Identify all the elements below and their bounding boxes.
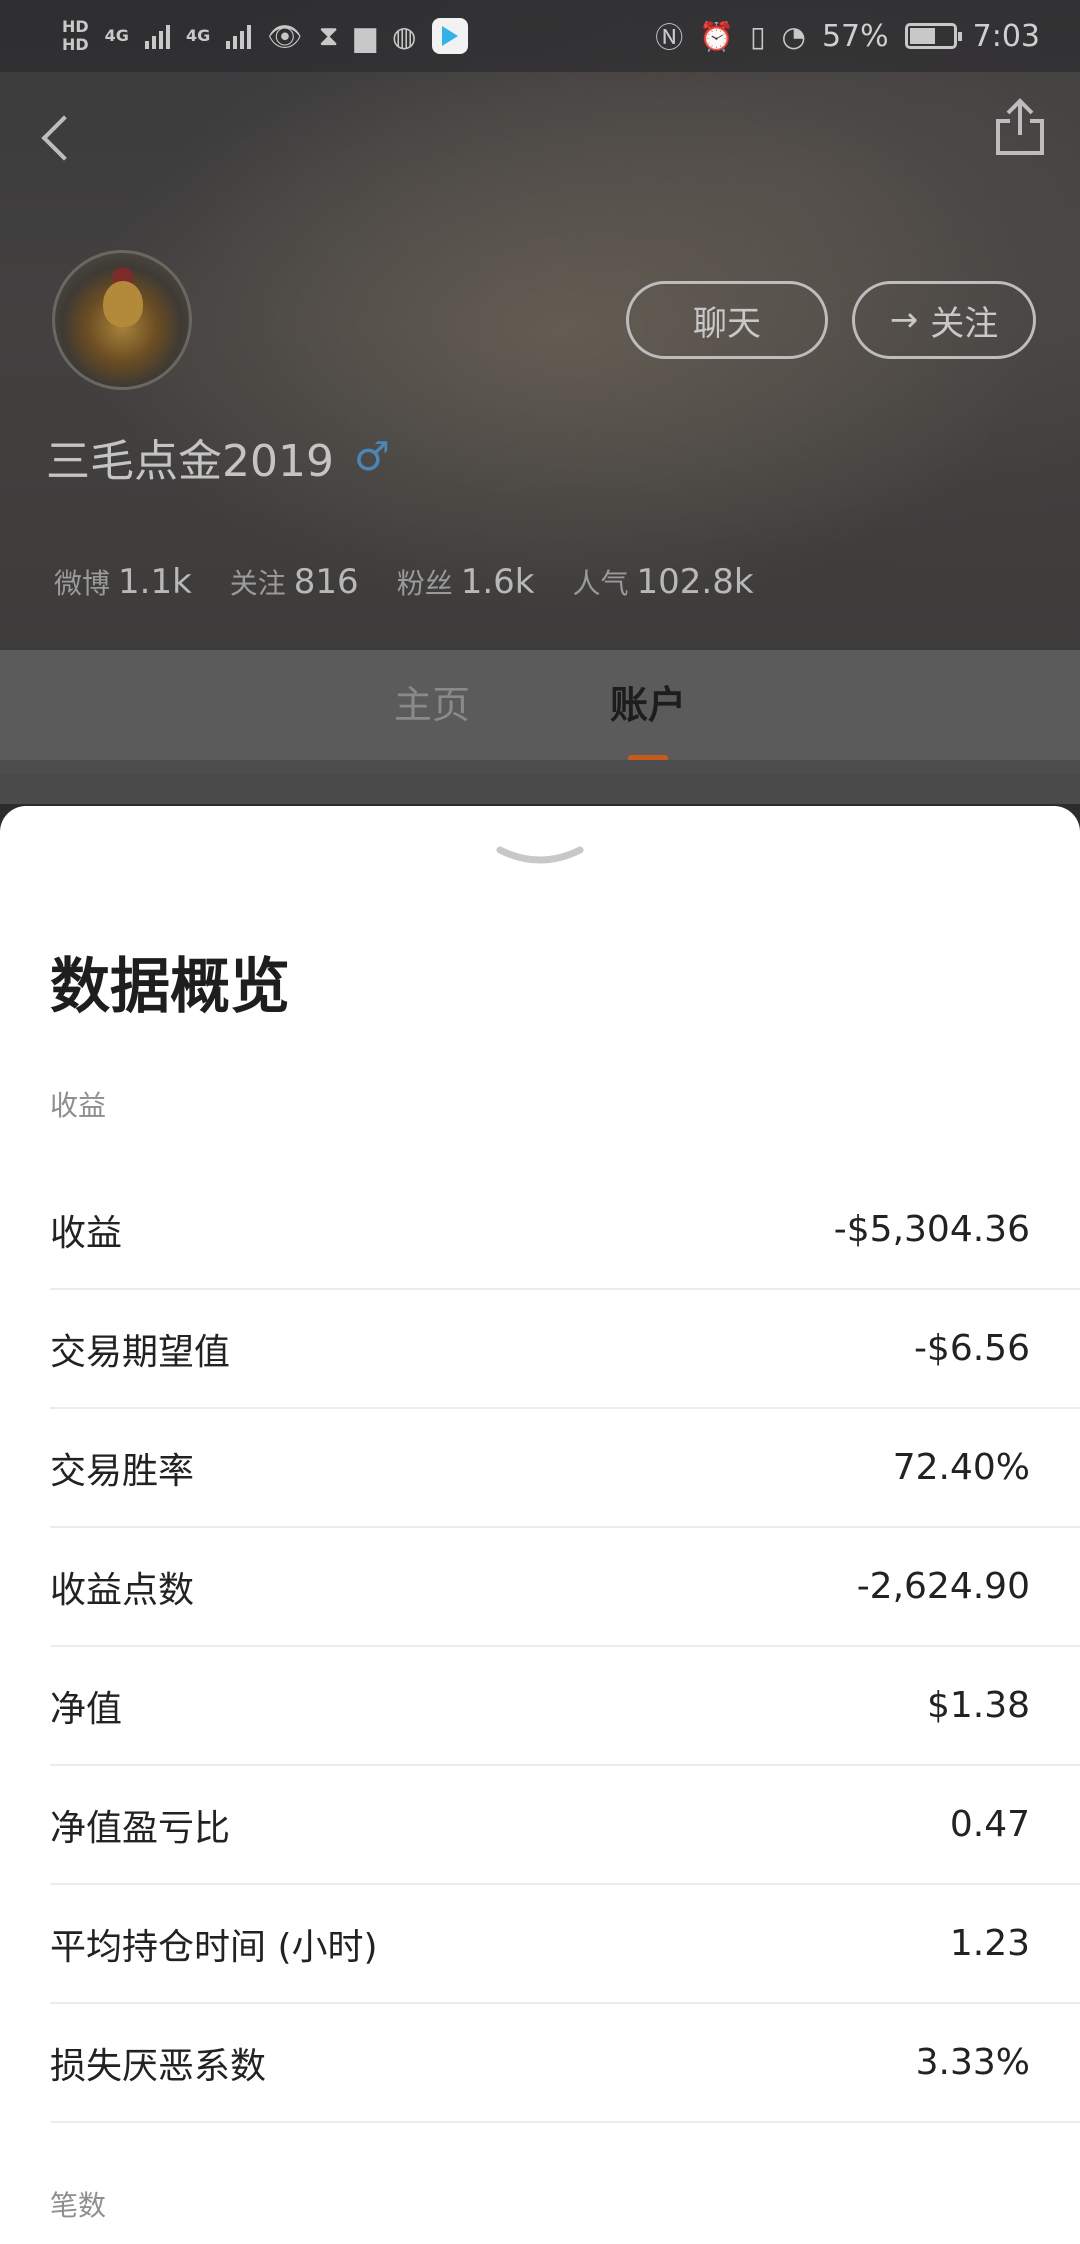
- globe-icon: ◍: [391, 19, 417, 53]
- metric-label: 收益: [50, 1212, 123, 1254]
- metrics-list: 收益 -$5,304.36 交易期望值 -$6.56 交易胜率 72.40% 收…: [50, 1171, 1080, 2123]
- metric-label: 净值盈亏比: [50, 1807, 231, 1849]
- metric-label: 损失厌恶系数: [50, 2045, 267, 2087]
- metric-value: 3.33%: [915, 2042, 1030, 2083]
- metric-value: -$5,304.36: [833, 1209, 1030, 1250]
- status-right: Ⓝ ⏰ ▯ ◔ 57% 7:03: [655, 16, 1040, 56]
- profile-header: HD HD 4G 4G 👁 ⧗ ▆ ◍ Ⓝ ⏰ ▯ ◔ 57% 7:03 聊天 …: [0, 0, 1080, 650]
- metric-value: 0.47: [949, 1804, 1030, 1845]
- profile-stats: 微博 1.1k 关注 816 粉丝 1.6k 人气 102.8k: [54, 562, 754, 602]
- tab-divider: [0, 760, 1080, 774]
- metric-row: 交易期望值 -$6.56: [50, 1290, 1080, 1409]
- signal-icon: [144, 23, 170, 49]
- metric-value: $1.38: [926, 1685, 1030, 1726]
- avatar[interactable]: [52, 250, 192, 390]
- stat-value: 816: [293, 562, 359, 602]
- section-label-income: 收益: [50, 1089, 107, 1122]
- stat-popularity: 人气 102.8k: [572, 562, 753, 602]
- stat-label: 人气: [572, 567, 629, 600]
- tab-account[interactable]: 账户: [610, 674, 686, 737]
- sheet-title: 数据概览: [50, 952, 290, 1022]
- collapse-handle[interactable]: [496, 844, 584, 874]
- briefcase-icon: ▆: [354, 19, 376, 53]
- tab-home[interactable]: 主页: [394, 674, 470, 737]
- stat-label: 微博: [54, 567, 111, 600]
- signal-icon-2: [226, 23, 252, 49]
- nfc-icon: Ⓝ: [655, 21, 684, 54]
- stat-following[interactable]: 关注 816: [230, 562, 359, 602]
- play-app-icon: [432, 18, 469, 54]
- stat-weibo[interactable]: 微博 1.1k: [54, 562, 192, 602]
- metric-value: -2,624.90: [856, 1566, 1030, 1607]
- share-button[interactable]: [990, 95, 1050, 161]
- metric-label: 交易胜率: [50, 1450, 195, 1492]
- username-row: 三毛点金2019 ♂: [46, 425, 390, 489]
- stat-value: 102.8k: [636, 562, 754, 602]
- network-4g-label-2: 4G: [185, 26, 211, 45]
- share-icon: [996, 98, 1044, 155]
- metric-label: 交易期望值: [50, 1331, 231, 1373]
- metric-value: 1.23: [949, 1923, 1030, 1964]
- stat-label: 粉丝: [396, 567, 453, 600]
- profile-tabs: 主页 账户: [0, 650, 1080, 760]
- follow-label: 关注: [930, 303, 999, 344]
- vibrate-icon: ▯: [750, 19, 766, 53]
- metric-row: 平均持仓时间 (小时) 1.23: [50, 1885, 1080, 2004]
- metric-label: 净值: [50, 1688, 123, 1730]
- clock: 7:03: [972, 18, 1040, 54]
- section-label-count: 笔数: [50, 2189, 107, 2222]
- speed-icon: ◔: [781, 19, 806, 53]
- follow-button[interactable]: → 关注: [852, 281, 1036, 359]
- chevron-down-icon: [496, 846, 584, 864]
- metric-row: 净值 $1.38: [50, 1647, 1080, 1766]
- metric-label: 收益点数: [50, 1569, 195, 1611]
- network-4g-label: 4G: [104, 26, 129, 45]
- battery-icon: [904, 23, 962, 49]
- metric-row: 收益点数 -2,624.90: [50, 1528, 1080, 1647]
- dim-overlay[interactable]: [0, 774, 1080, 804]
- metric-row: 交易胜率 72.40%: [50, 1409, 1080, 1528]
- status-left: HD HD 4G 4G 👁 ⧗ ▆ ◍: [62, 17, 469, 54]
- hd-indicator: HD HD: [62, 17, 89, 54]
- back-button[interactable]: [30, 100, 90, 170]
- metric-label: 平均持仓时间 (小时): [50, 1926, 378, 1968]
- hourglass-icon: ⧗: [318, 19, 339, 52]
- metric-value: -$6.56: [913, 1328, 1030, 1369]
- alarm-icon: ⏰: [699, 19, 735, 53]
- battery-percent: 57%: [821, 18, 889, 54]
- metric-row: 损失厌恶系数 3.33%: [50, 2004, 1080, 2123]
- stat-value: 1.6k: [460, 562, 535, 602]
- data-overview-sheet: 数据概览 收益 收益 -$5,304.36 交易期望值 -$6.56 交易胜率 …: [0, 806, 1080, 2244]
- stat-label: 关注: [229, 567, 286, 600]
- status-bar: HD HD 4G 4G 👁 ⧗ ▆ ◍ Ⓝ ⏰ ▯ ◔ 57% 7:03: [0, 0, 1080, 72]
- eye-icon: 👁: [267, 19, 303, 53]
- metric-row: 净值盈亏比 0.47: [50, 1766, 1080, 1885]
- stat-value: 1.1k: [118, 562, 192, 602]
- stat-fans[interactable]: 粉丝 1.6k: [397, 562, 535, 602]
- battery-level: [909, 28, 935, 44]
- username: 三毛点金2019: [46, 436, 334, 487]
- follow-arrow-icon: →: [889, 300, 919, 340]
- chat-button[interactable]: 聊天: [626, 281, 828, 359]
- metric-row: 收益 -$5,304.36: [50, 1171, 1080, 1290]
- metric-value: 72.40%: [892, 1447, 1030, 1488]
- male-icon: ♂: [353, 434, 390, 480]
